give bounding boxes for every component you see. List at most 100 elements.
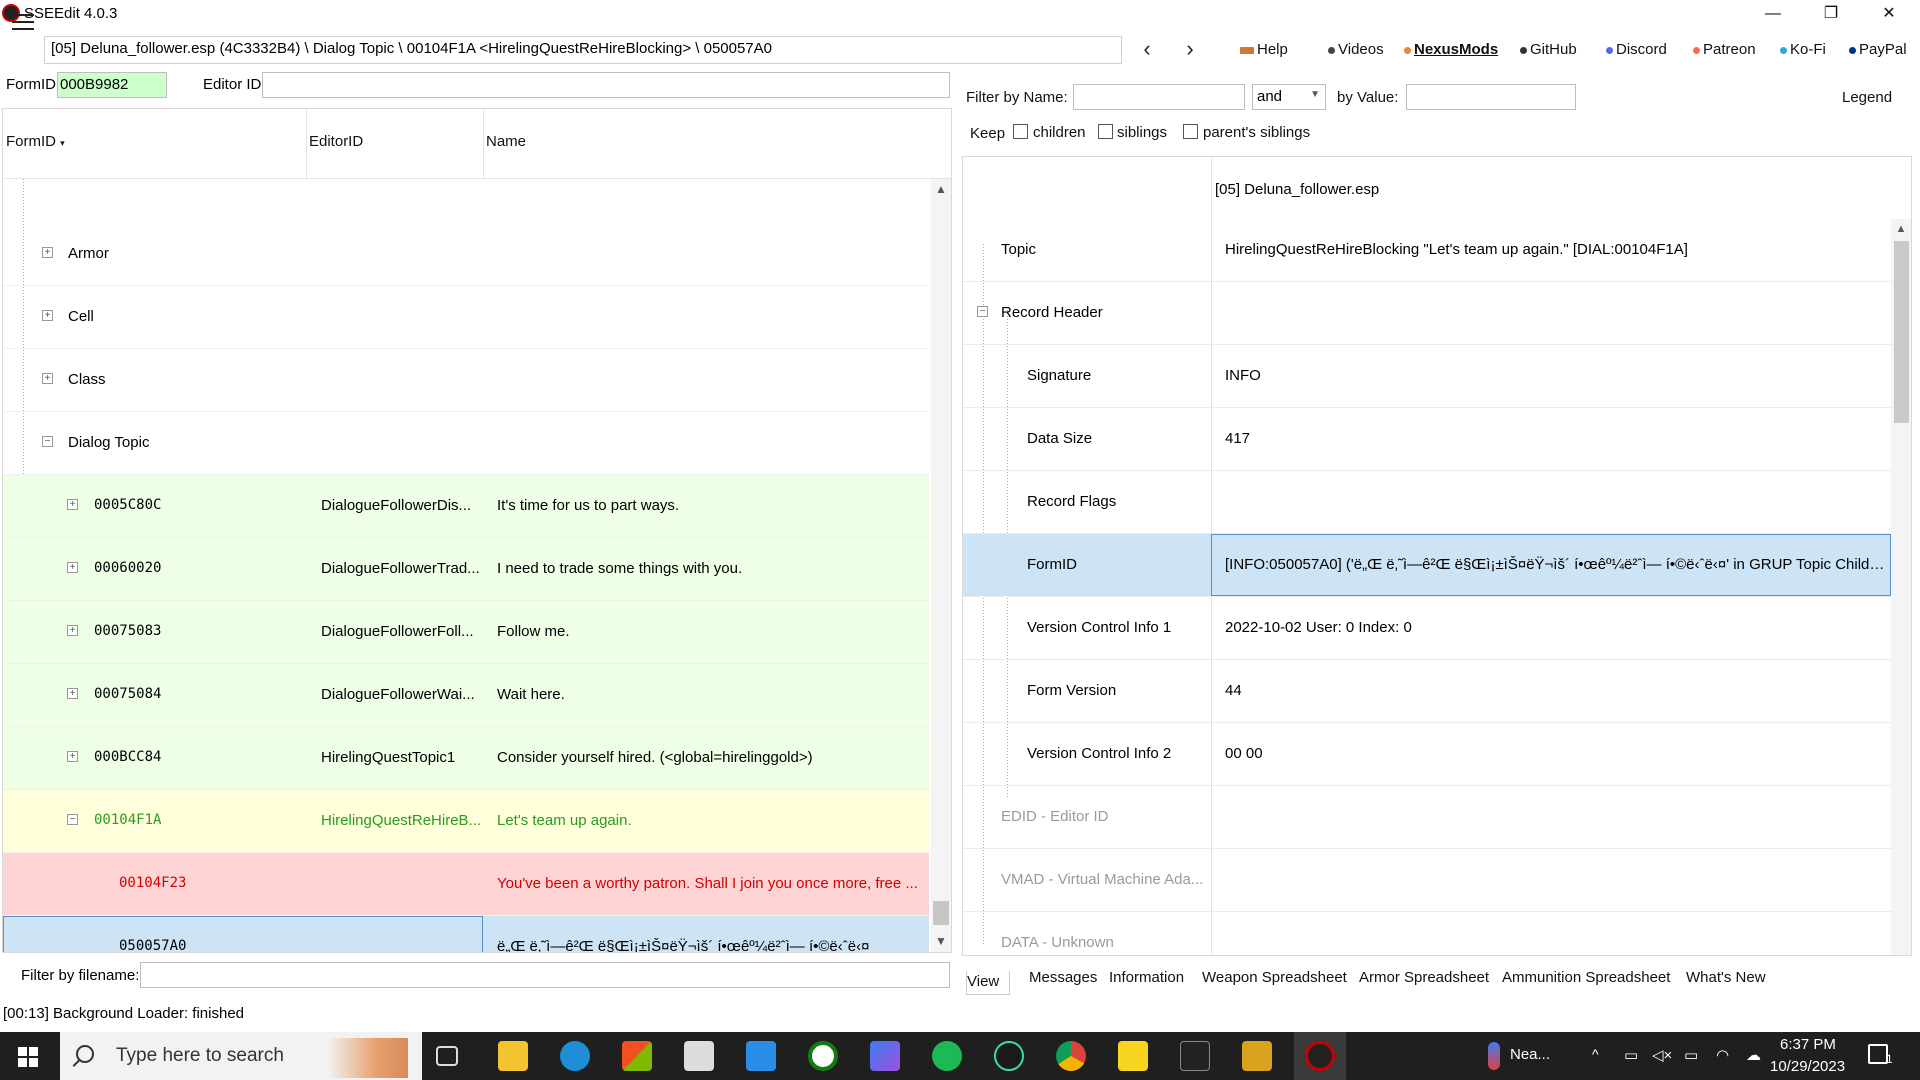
close-button[interactable]: ✕ xyxy=(1861,0,1917,28)
discord-link[interactable]: Discord xyxy=(1606,41,1667,58)
edge-icon[interactable] xyxy=(560,1041,590,1071)
windows-start-icon[interactable] xyxy=(18,1047,38,1067)
tree-group-dialog-topic[interactable]: − Dialog Topic xyxy=(3,412,929,475)
detail-row-data[interactable]: DATA - Unknown xyxy=(963,912,1891,955)
forward-button[interactable]: › xyxy=(1175,36,1205,64)
volume-muted-icon[interactable]: ◁× xyxy=(1652,1046,1672,1064)
notification-icon[interactable] xyxy=(1868,1044,1888,1064)
tree-scrollbar[interactable]: ▲ ▼ xyxy=(931,179,951,952)
table-row[interactable]: + 00075083 DialogueFollowerFoll... Follo… xyxy=(3,601,929,664)
detail-row-version-control-2[interactable]: Version Control Info 2 00 00 xyxy=(963,723,1891,786)
back-button[interactable]: ‹ xyxy=(1132,36,1162,64)
scroll-up-icon[interactable]: ▲ xyxy=(931,179,951,199)
copilot-icon[interactable] xyxy=(870,1041,900,1071)
detail-row-record-header[interactable]: − Record Header xyxy=(963,282,1891,345)
upwork-icon[interactable] xyxy=(994,1041,1024,1071)
tab-armor-spreadsheet[interactable]: Armor Spreadsheet xyxy=(1359,969,1489,986)
clock-date[interactable]: 10/29/2023 xyxy=(1770,1058,1845,1075)
column-formid[interactable]: FormID ▾ xyxy=(6,133,65,150)
by-value-input[interactable] xyxy=(1406,84,1576,110)
file-explorer-icon[interactable] xyxy=(498,1041,528,1071)
column-name[interactable]: Name xyxy=(486,133,526,150)
record-detail-view[interactable]: [05] Deluna_follower.esp Topic HirelingQ… xyxy=(962,156,1912,956)
detail-row-form-version[interactable]: Form Version 44 xyxy=(963,660,1891,723)
editorid-input[interactable] xyxy=(262,72,950,98)
tree-group-armor[interactable]: + Armor xyxy=(3,223,929,286)
mail-stack-icon[interactable] xyxy=(684,1041,714,1071)
expand-icon[interactable]: + xyxy=(67,499,78,510)
weather-text[interactable]: Nea... xyxy=(1510,1046,1550,1063)
detail-row-record-flags[interactable]: Record Flags xyxy=(963,471,1891,534)
nexus-mod-manager-icon[interactable] xyxy=(1180,1041,1210,1071)
tree-group-cell[interactable]: + Cell xyxy=(3,286,929,349)
scroll-down-icon[interactable]: ▼ xyxy=(931,931,951,951)
tab-weapon-spreadsheet[interactable]: Weapon Spreadsheet xyxy=(1202,969,1347,986)
menu-icon[interactable] xyxy=(12,14,34,30)
clock-time[interactable]: 6:37 PM xyxy=(1780,1036,1836,1053)
table-row[interactable]: + 000BCC84 HirelingQuestTopic1 Consider … xyxy=(3,727,929,790)
expand-icon[interactable]: + xyxy=(42,373,53,384)
table-row[interactable]: + 00060020 DialogueFollowerTrad... I nee… xyxy=(3,538,929,601)
expand-icon[interactable]: + xyxy=(42,310,53,321)
tree-group-class[interactable]: + Class xyxy=(3,349,929,412)
keep-parent-siblings-checkbox[interactable] xyxy=(1183,124,1198,139)
expand-icon[interactable]: + xyxy=(67,688,78,699)
archive-tool-icon[interactable] xyxy=(1242,1041,1272,1071)
kofi-link[interactable]: Ko-Fi xyxy=(1780,41,1826,58)
expand-icon[interactable]: + xyxy=(67,751,78,762)
tab-view[interactable]: View xyxy=(966,971,1011,995)
restore-button[interactable]: ❐ xyxy=(1803,0,1859,28)
table-row[interactable]: 00104F23 You've been a worthy patron. Sh… xyxy=(3,853,929,916)
tab-information[interactable]: Information xyxy=(1109,969,1184,986)
expand-icon[interactable]: + xyxy=(67,625,78,636)
tab-whats-new[interactable]: What's New xyxy=(1686,969,1766,986)
table-row[interactable]: − 00104F1A HirelingQuestReHireB... Let's… xyxy=(3,790,929,853)
github-link[interactable]: GitHub xyxy=(1520,41,1577,58)
expand-icon[interactable]: + xyxy=(67,562,78,573)
scroll-thumb[interactable] xyxy=(933,901,949,925)
store-icon[interactable] xyxy=(622,1041,652,1071)
onedrive-icon[interactable]: ☁ xyxy=(1746,1046,1761,1064)
keep-siblings-checkbox[interactable] xyxy=(1098,124,1113,139)
chrome-icon[interactable] xyxy=(1056,1041,1086,1071)
wifi-icon[interactable]: ◠ xyxy=(1716,1046,1729,1064)
tab-ammunition-spreadsheet[interactable]: Ammunition Spreadsheet xyxy=(1502,969,1670,986)
xbox-icon[interactable] xyxy=(808,1041,838,1071)
battery-icon[interactable]: ▭ xyxy=(1684,1046,1698,1064)
task-view-icon[interactable] xyxy=(436,1046,458,1066)
table-row[interactable]: + 00075084 DialogueFollowerWai... Wait h… xyxy=(3,664,929,727)
record-tree[interactable]: FormID ▾ EditorID Name + Armor + Cell + … xyxy=(2,108,952,953)
taskbar-search-box[interactable]: Type here to search xyxy=(60,1032,422,1080)
chevron-up-icon[interactable]: ^ xyxy=(1592,1046,1599,1062)
scroll-thumb[interactable] xyxy=(1894,241,1909,423)
detail-row-edid[interactable]: EDID - Editor ID xyxy=(963,786,1891,849)
formid-input[interactable]: 000B9982 xyxy=(57,72,167,98)
collapse-icon[interactable]: − xyxy=(977,306,988,317)
sseedit-taskbar-icon[interactable] xyxy=(1305,1041,1335,1071)
scroll-up-icon[interactable]: ▲ xyxy=(1891,219,1911,239)
minimize-button[interactable]: — xyxy=(1745,0,1801,28)
paypal-link[interactable]: PayPal xyxy=(1849,41,1907,58)
detail-row-vmad[interactable]: VMAD - Virtual Machine Ada... xyxy=(963,849,1891,912)
mail-icon[interactable] xyxy=(746,1041,776,1071)
tab-messages[interactable]: Messages xyxy=(1029,969,1097,986)
detail-row-formid-selected[interactable]: FormID [INFO:050057A0] ('ë„Œ ë‚˜ì—ê²Œ ë§… xyxy=(963,534,1891,597)
filter-name-input[interactable] xyxy=(1073,84,1245,110)
detail-row-version-control-1[interactable]: Version Control Info 1 2022-10-02 User: … xyxy=(963,597,1891,660)
navigation-path-input[interactable]: [05] Deluna_follower.esp (4C3332B4) \ Di… xyxy=(44,36,1122,64)
detail-row-signature[interactable]: Signature INFO xyxy=(963,345,1891,408)
collapse-icon[interactable]: − xyxy=(67,814,78,825)
operator-select[interactable]: and ▼ xyxy=(1252,84,1326,110)
spotify-icon[interactable] xyxy=(932,1041,962,1071)
sticky-notes-icon[interactable] xyxy=(1118,1041,1148,1071)
legend-button[interactable]: Legend xyxy=(1842,89,1892,106)
collapse-icon[interactable]: − xyxy=(42,436,53,447)
table-row[interactable]: + 0005C80C DialogueFollowerDis... It's t… xyxy=(3,475,929,538)
column-editorid[interactable]: EditorID xyxy=(309,133,363,150)
filter-filename-input[interactable] xyxy=(140,962,950,988)
detail-row-data-size[interactable]: Data Size 417 xyxy=(963,408,1891,471)
patreon-link[interactable]: Patreon xyxy=(1693,41,1756,58)
expand-icon[interactable]: + xyxy=(42,247,53,258)
nexusmods-link[interactable]: NexusMods xyxy=(1404,41,1498,58)
detail-row-topic[interactable]: Topic HirelingQuestReHireBlocking "Let's… xyxy=(963,219,1891,282)
